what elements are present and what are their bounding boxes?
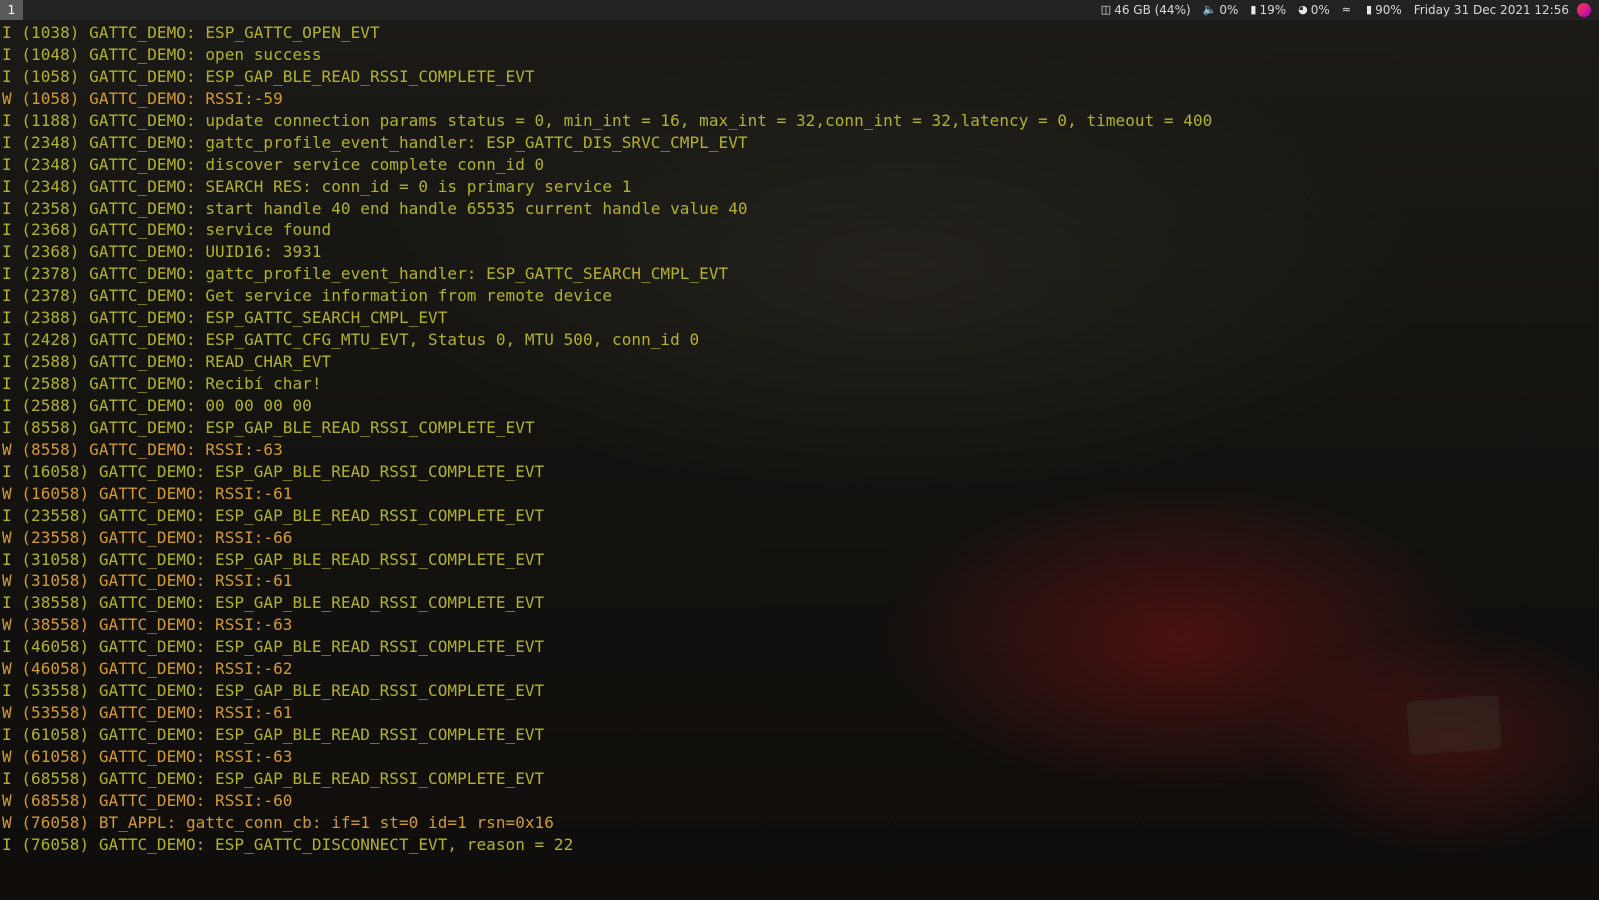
log-line: W (38558) GATTC_DEMO: RSSI:-63	[2, 615, 293, 635]
log-line: I (2348) GATTC_DEMO: discover service co…	[2, 154, 545, 174]
memory-value: 19%	[1259, 3, 1287, 17]
datetime-value: Friday 31 Dec 2021 12:56	[1413, 3, 1569, 17]
log-line: W (61058) GATTC_DEMO: RSSI:-63	[2, 746, 293, 766]
log-line: W (46058) GATTC_DEMO: RSSI:-62	[2, 659, 293, 679]
log-line: I (2358) GATTC_DEMO: start handle 40 end…	[2, 198, 748, 218]
log-line: W (31058) GATTC_DEMO: RSSI:-61	[2, 571, 293, 591]
log-line: W (53558) GATTC_DEMO: RSSI:-61	[2, 703, 293, 723]
disk-value: 46 GB (44%)	[1114, 3, 1191, 17]
volume-value: 0%	[1219, 3, 1239, 17]
cpu-status[interactable]: ◕ 0%	[1298, 0, 1330, 20]
log-line: I (2368) GATTC_DEMO: service found	[2, 220, 332, 240]
log-line: W (76058) BT_APPL: gattc_conn_cb: if=1 s…	[2, 812, 554, 832]
log-line: I (2378) GATTC_DEMO: gattc_profile_event…	[2, 264, 729, 284]
wifi-status[interactable]: ≈	[1342, 0, 1354, 20]
log-line: I (2428) GATTC_DEMO: ESP_GATTC_CFG_MTU_E…	[2, 330, 700, 350]
log-line: I (31058) GATTC_DEMO: ESP_GAP_BLE_READ_R…	[2, 549, 545, 569]
log-line: W (8558) GATTC_DEMO: RSSI:-63	[2, 439, 283, 459]
gauge-icon: ◕	[1298, 3, 1308, 16]
log-line: I (46058) GATTC_DEMO: ESP_GAP_BLE_READ_R…	[2, 637, 545, 657]
battery-icon: ▮	[1366, 3, 1373, 16]
disk-status[interactable]: ◫ 46 GB (44%)	[1101, 0, 1191, 20]
log-line: I (2388) GATTC_DEMO: ESP_GATTC_SEARCH_CM…	[2, 308, 448, 328]
status-blocks: ◫ 46 GB (44%) 🔈 0% ▮ 19% ◕ 0% ≈ ▮ 90% Fr…	[1101, 0, 1599, 20]
log-line: I (2368) GATTC_DEMO: UUID16: 3931	[2, 242, 322, 262]
log-line: I (1038) GATTC_DEMO: ESP_GATTC_OPEN_EVT	[2, 23, 380, 42]
log-line: I (2588) GATTC_DEMO: 00 00 00 00	[2, 395, 312, 415]
tray-app-icon[interactable]	[1577, 3, 1591, 17]
log-line: I (2348) GATTC_DEMO: gattc_profile_event…	[2, 132, 748, 152]
log-line: I (38558) GATTC_DEMO: ESP_GAP_BLE_READ_R…	[2, 593, 545, 613]
log-line: W (23558) GATTC_DEMO: RSSI:-66	[2, 527, 293, 547]
log-line: I (2588) GATTC_DEMO: Recibí char!	[2, 374, 322, 393]
log-line: I (2588) GATTC_DEMO: READ_CHAR_EVT	[2, 352, 332, 372]
wifi-icon: ≈	[1341, 3, 1352, 16]
log-line: W (1058) GATTC_DEMO: RSSI:-59	[2, 88, 283, 108]
battery-status[interactable]: ▮ 90%	[1366, 0, 1402, 20]
log-line: I (76058) GATTC_DEMO: ESP_GATTC_DISCONNE…	[2, 834, 574, 854]
status-bar: 1 ◫ 46 GB (44%) 🔈 0% ▮ 19% ◕ 0% ≈ ▮ 90% …	[0, 0, 1599, 20]
disk-icon: ◫	[1100, 3, 1112, 16]
log-line: I (53558) GATTC_DEMO: ESP_GAP_BLE_READ_R…	[2, 681, 545, 701]
log-line: W (16058) GATTC_DEMO: RSSI:-61	[2, 483, 293, 503]
memory-icon: ▮	[1250, 3, 1257, 16]
log-line: I (68558) GATTC_DEMO: ESP_GAP_BLE_READ_R…	[2, 768, 545, 788]
terminal-output[interactable]: I (1038) GATTC_DEMO: ESP_GATTC_OPEN_EVT I…	[0, 22, 1599, 900]
battery-value: 90%	[1375, 3, 1402, 17]
log-line: I (61058) GATTC_DEMO: ESP_GAP_BLE_READ_R…	[2, 725, 545, 744]
log-line: I (2378) GATTC_DEMO: Get service informa…	[2, 286, 613, 306]
log-line: I (23558) GATTC_DEMO: ESP_GAP_BLE_READ_R…	[2, 505, 545, 525]
volume-status[interactable]: 🔈 0%	[1203, 0, 1239, 20]
log-line: I (2348) GATTC_DEMO: SEARCH RES: conn_id…	[2, 176, 632, 196]
speaker-icon: 🔈	[1202, 3, 1217, 16]
memory-status[interactable]: ▮ 19%	[1250, 0, 1286, 20]
log-line: I (8558) GATTC_DEMO: ESP_GAP_BLE_READ_RS…	[2, 417, 535, 437]
cpu-value: 0%	[1310, 3, 1330, 17]
clock[interactable]: Friday 31 Dec 2021 12:56	[1414, 0, 1569, 20]
log-line: W (68558) GATTC_DEMO: RSSI:-60	[2, 790, 293, 810]
log-line: I (16058) GATTC_DEMO: ESP_GAP_BLE_READ_R…	[2, 461, 545, 481]
log-line: I (1058) GATTC_DEMO: ESP_GAP_BLE_READ_RS…	[2, 66, 535, 86]
log-line: I (1188) GATTC_DEMO: update connection p…	[2, 110, 1213, 130]
log-line: I (1048) GATTC_DEMO: open success	[2, 44, 322, 64]
workspace-button[interactable]: 1	[0, 0, 23, 20]
